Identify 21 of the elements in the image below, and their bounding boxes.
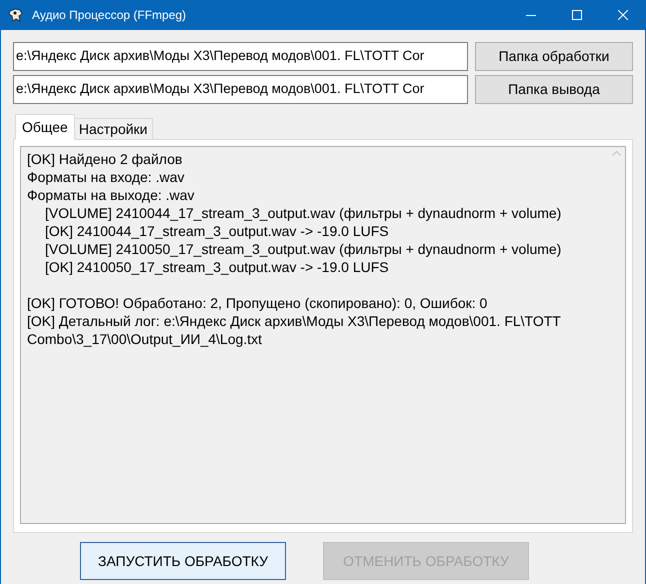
log-line: [OK] Детальный лог: e:\Яндекс Диск архив\Моды X3\Перевод модов\001. FL\TOTT Combo\3_17\00\Output_ИИ_4\Log.txt xyxy=(27,312,562,348)
scroll-up-icon[interactable] xyxy=(612,151,621,156)
log-line: [VOLUME] 2410044_17_stream_3_output.wav (фильтры + dynaudnorm + volume) xyxy=(44,204,562,222)
folder-button[interactable]: Папка обработки xyxy=(475,42,633,71)
log-line: [VOLUME] 2410050_17_stream_3_output.wav (фильтры + dynaudnorm + volume) xyxy=(44,240,562,258)
action-button[interactable]: ЗАПУСТИТЬ ОБРАБОТКУ xyxy=(80,542,286,580)
log-line: Форматы на выходе: .wav xyxy=(27,186,196,204)
log-line: Форматы на входе: .wav xyxy=(27,168,186,186)
tab[interactable]: Настройки xyxy=(74,118,152,140)
tab[interactable]: Общее xyxy=(15,114,75,140)
log-line: [OK] 2410044_17_stream_3_output.wav -> -19.0 LUFS xyxy=(44,222,390,240)
path-field[interactable]: e:\Яндекс Диск архив\Моды X3\Перевод модов\001. FL\TOTT Cor xyxy=(13,75,468,104)
path-field[interactable]: e:\Яндекс Диск архив\Моды X3\Перевод модов\001. FL\TOTT Cor xyxy=(13,42,468,71)
log-line: [OK] ГОТОВО! Обработано: 2, Пропущено (скопировано): 0, Ошибок: 0 xyxy=(27,294,488,312)
app-icon xyxy=(8,7,24,23)
window-title: Аудио Процессор (FFmpeg) xyxy=(32,7,186,24)
maximize-icon xyxy=(572,10,582,20)
folder-button[interactable]: Папка вывода xyxy=(475,75,633,104)
log-line: [OK] 2410050_17_stream_3_output.wav -> -19.0 LUFS xyxy=(44,258,390,276)
log-line: [OK] Найдено 2 файлов xyxy=(27,150,184,168)
close-icon xyxy=(618,10,628,20)
